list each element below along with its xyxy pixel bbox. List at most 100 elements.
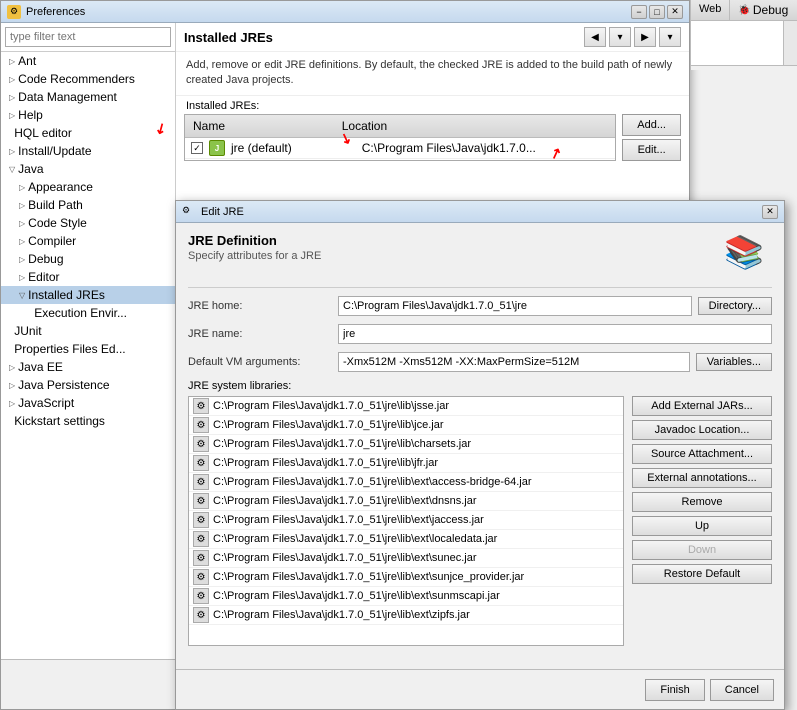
external-annotations-btn[interactable]: External annotations... — [632, 468, 772, 488]
edit-btn[interactable]: Edit... — [622, 139, 681, 161]
dialog-titlebar: ⚙ Edit JRE ✕ — [176, 201, 784, 223]
sidebar-item-code-recommenders[interactable]: ▷ Code Recommenders — [1, 70, 175, 88]
tab-web[interactable]: Web — [691, 0, 730, 20]
sidebar-item-junit[interactable]: JUnit — [1, 322, 175, 340]
appearance-arrow: ▷ — [19, 183, 25, 192]
lib-icon: ⚙ — [193, 455, 209, 471]
jre-def-header: JRE Definition Specify attributes for a … — [188, 233, 772, 288]
installed-jres-title: Installed JREs — [184, 30, 273, 45]
sidebar-item-kickstart[interactable]: Kickstart settings — [1, 412, 175, 430]
junit-label: JUnit — [14, 324, 41, 338]
libs-table: ⚙ C:\Program Files\Java\jdk1.7.0_51\jre\l… — [188, 396, 624, 646]
code-style-arrow: ▷ — [19, 219, 25, 228]
jre-table-row[interactable]: ✓ J jre (default) C:\Program Files\Java\… — [185, 138, 615, 160]
dialog-finish-btn[interactable]: Finish — [645, 679, 704, 701]
jre-icon-col: J — [209, 140, 227, 157]
nav-back-btn[interactable]: ◀ — [584, 27, 606, 47]
nav-dropdown-btn[interactable]: ▾ — [609, 27, 631, 47]
tab-debug-label: Debug — [753, 3, 788, 17]
down-btn[interactable]: Down — [632, 540, 772, 560]
sidebar-item-compiler[interactable]: ▷ Compiler — [1, 232, 175, 250]
minimize-button[interactable]: − — [631, 5, 647, 19]
compiler-label: Compiler — [28, 234, 76, 248]
javascript-label: JavaScript — [18, 396, 74, 410]
filter-input[interactable] — [5, 27, 171, 47]
jre-def-icon: 📚 — [724, 233, 772, 281]
lib-row[interactable]: ⚙C:\Program Files\Java\jdk1.7.0_51\jre\l… — [189, 587, 623, 606]
maximize-button[interactable]: □ — [649, 5, 665, 19]
nav-dropdown2-btn[interactable]: ▾ — [659, 27, 681, 47]
sidebar-item-help[interactable]: ▷ Help — [1, 106, 175, 124]
javadoc-location-btn[interactable]: Javadoc Location... — [632, 420, 772, 440]
lib-row[interactable]: ⚙C:\Program Files\Java\jdk1.7.0_51\jre\l… — [189, 492, 623, 511]
dialog-cancel-btn[interactable]: Cancel — [710, 679, 774, 701]
jre-location: C:\Program Files\Java\jdk1.7.0... — [362, 141, 616, 155]
data-management-label: Data Management — [18, 90, 117, 104]
sidebar-item-hql-editor[interactable]: HQL editor — [1, 124, 175, 142]
sidebar-item-javascript[interactable]: ▷ JavaScript — [1, 394, 175, 412]
restore-default-btn[interactable]: Restore Default — [632, 564, 772, 584]
preferences-title: Preferences — [26, 6, 631, 18]
java-pers-label: Java Persistence — [18, 378, 109, 392]
dialog-icon: ⚙ — [182, 205, 196, 219]
libs-buttons: Add External JARs... Javadoc Location...… — [632, 396, 772, 584]
sidebar-item-appearance[interactable]: ▷ Appearance — [1, 178, 175, 196]
lib-icon: ⚙ — [193, 417, 209, 433]
java-arrow: ▽ — [9, 165, 15, 174]
vm-args-input[interactable] — [338, 352, 690, 372]
source-attachment-btn[interactable]: Source Attachment... — [632, 444, 772, 464]
lib-icon: ⚙ — [193, 569, 209, 585]
jre-checkbox[interactable]: ✓ — [191, 142, 203, 154]
code-recommenders-label: Code Recommenders — [18, 72, 135, 86]
side-panel: Web 🐞 Debug — [690, 0, 797, 70]
lib-path: C:\Program Files\Java\jdk1.7.0_51\jre\li… — [213, 457, 438, 469]
lib-icon: ⚙ — [193, 588, 209, 604]
sidebar-item-debug[interactable]: ▷ Debug — [1, 250, 175, 268]
add-external-jars-btn[interactable]: Add External JARs... — [632, 396, 772, 416]
lib-icon: ⚙ — [193, 607, 209, 623]
sidebar-item-data-management[interactable]: ▷ Data Management — [1, 88, 175, 106]
sidebar-item-installed-jres[interactable]: ▽ Installed JREs — [1, 286, 175, 304]
java-ee-arrow: ▷ — [9, 363, 15, 372]
installed-jres-description: Add, remove or edit JRE definitions. By … — [176, 52, 689, 96]
up-btn[interactable]: Up — [632, 516, 772, 536]
lib-row[interactable]: ⚙ C:\Program Files\Java\jdk1.7.0_51\jre\l… — [189, 454, 623, 473]
lib-row[interactable]: ⚙C:\Program Files\Java\jdk1.7.0_51\jre\l… — [189, 606, 623, 625]
sidebar-item-install-update[interactable]: ▷ Install/Update — [1, 142, 175, 160]
lib-icon: ⚙ — [193, 436, 209, 452]
sidebar-item-code-style[interactable]: ▷ Code Style — [1, 214, 175, 232]
close-button[interactable]: ✕ — [667, 5, 683, 19]
sidebar-item-java[interactable]: ▽ Java — [1, 160, 175, 178]
jre-name: jre (default) — [227, 141, 362, 155]
lib-row[interactable]: ⚙C:\Program Files\Java\jdk1.7.0_51\jre\l… — [189, 530, 623, 549]
sidebar-item-java-ee[interactable]: ▷ Java EE — [1, 358, 175, 376]
lib-row[interactable]: ⚙C:\Program Files\Java\jdk1.7.0_51\jre\l… — [189, 549, 623, 568]
sidebar-item-editor[interactable]: ▷ Editor — [1, 268, 175, 286]
directory-btn[interactable]: Directory... — [698, 297, 772, 315]
nav-forward-btn[interactable]: ▶ — [634, 27, 656, 47]
sidebar-item-properties-files[interactable]: Properties Files Ed... — [1, 340, 175, 358]
lib-row[interactable]: ⚙C:\Program Files\Java\jdk1.7.0_51\jre\l… — [189, 416, 623, 435]
tab-debug[interactable]: 🐞 Debug — [730, 0, 796, 20]
sidebar-item-ant[interactable]: ▷ Ant — [1, 52, 175, 70]
lib-row[interactable]: ⚙C:\Program Files\Java\jdk1.7.0_51\jre\l… — [189, 435, 623, 454]
code-recommenders-arrow: ▷ — [9, 75, 15, 84]
variables-btn[interactable]: Variables... — [696, 353, 772, 371]
preferences-titlebar: ⚙ Preferences − □ ✕ — [1, 1, 689, 23]
dialog-title: Edit JRE — [201, 206, 762, 218]
dialog-close-button[interactable]: ✕ — [762, 205, 778, 219]
lib-row[interactable]: ⚙C:\Program Files\Java\jdk1.7.0_51\jre\l… — [189, 397, 623, 416]
lib-row[interactable]: ⚙C:\Program Files\Java\jdk1.7.0_51\jre\l… — [189, 473, 623, 492]
remove-btn[interactable]: Remove — [632, 492, 772, 512]
installed-jres-arrow: ▽ — [19, 291, 25, 300]
sidebar-item-execution-envr[interactable]: Execution Envir... — [1, 304, 175, 322]
lib-row[interactable]: ⚙C:\Program Files\Java\jdk1.7.0_51\jre\l… — [189, 511, 623, 530]
side-scrollbar[interactable] — [783, 21, 797, 65]
lib-row[interactable]: ⚙C:\Program Files\Java\jdk1.7.0_51\jre\l… — [189, 568, 623, 587]
jre-home-input[interactable] — [338, 296, 692, 316]
jre-name-input[interactable] — [338, 324, 772, 344]
sidebar-item-java-persistence[interactable]: ▷ Java Persistence — [1, 376, 175, 394]
sidebar: ▷ Ant ▷ Code Recommenders ▷ Data Managem… — [1, 23, 176, 659]
sidebar-item-build-path[interactable]: ▷ Build Path — [1, 196, 175, 214]
add-btn[interactable]: Add... — [622, 114, 681, 136]
